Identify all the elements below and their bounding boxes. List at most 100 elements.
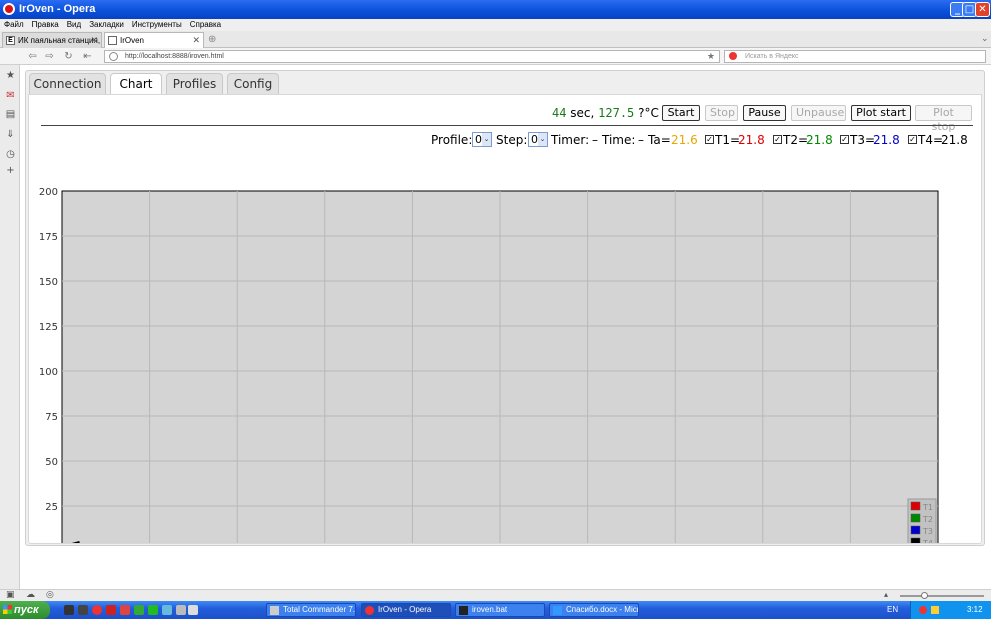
menu-edit[interactable]: Правка	[28, 19, 63, 29]
menu-view[interactable]: Вид	[63, 19, 85, 29]
tab-close-icon[interactable]: ✕	[90, 35, 98, 46]
close-button[interactable]: ✕	[975, 2, 990, 17]
url-field[interactable]: http://localhost:8888/iroven.html ★	[104, 50, 720, 63]
bookmark-star-icon[interactable]: ★	[707, 51, 715, 62]
turbo-icon[interactable]: ◎	[46, 590, 54, 600]
legend-swatch-t2	[910, 513, 921, 523]
legend-label-t1: T1	[922, 503, 933, 512]
console-icon	[459, 606, 468, 615]
yandex-icon	[729, 52, 737, 60]
home-icon[interactable]: ⇤	[82, 51, 93, 62]
time-value: –	[638, 133, 644, 147]
seconds-label: sec,	[570, 106, 595, 120]
chart-panel: 44 sec, 127.5 ?°C Start Stop Pause Unpau…	[28, 94, 982, 544]
tab-menu-chevron-icon[interactable]: ⌄	[981, 34, 989, 44]
ta-value: 21.6	[671, 133, 698, 147]
url-text: http://localhost:8888/iroven.html	[125, 53, 224, 60]
y-tick-label: 125	[39, 322, 58, 333]
language-indicator[interactable]: EN	[887, 601, 898, 619]
temperature-unit: ?°C	[638, 106, 659, 120]
quicklaunch-icon[interactable]	[176, 605, 186, 615]
tab-favicon	[108, 36, 117, 45]
start-button[interactable]: Start	[662, 105, 700, 121]
quicklaunch-icon[interactable]	[106, 605, 116, 615]
stop-button[interactable]: Stop	[705, 105, 738, 121]
menu-help[interactable]: Справка	[186, 19, 225, 29]
bookmarks-star-icon[interactable]: ★	[5, 70, 16, 81]
start-button[interactable]: пуск	[0, 601, 50, 619]
history-clock-icon[interactable]: ◷	[5, 149, 16, 160]
menu-tools[interactable]: Инструменты	[128, 19, 186, 29]
panel-toggle-icon[interactable]: ▣	[6, 590, 15, 600]
browser-tab-bar: E ИК паяльная станция, ... ✕ IrOven ✕ ⊕ …	[0, 31, 991, 48]
quicklaunch-icon[interactable]	[134, 605, 144, 615]
zoom-slider[interactable]	[900, 595, 984, 597]
browser-tab-active[interactable]: IrOven ✕	[104, 32, 204, 48]
reload-icon[interactable]: ↻	[63, 51, 74, 62]
y-tick-label: 175	[39, 232, 58, 243]
taskbar-item[interactable]: iroven.bat	[455, 603, 545, 617]
legend-label-t2: T2	[922, 515, 933, 524]
browser-tab-label: IrOven	[120, 36, 145, 45]
tab-chart[interactable]: Chart	[110, 73, 162, 95]
t1-value: 21.8	[738, 133, 765, 147]
quicklaunch-icon[interactable]	[148, 605, 158, 615]
plot-start-button[interactable]: Plot start	[851, 105, 911, 121]
opera-icon	[3, 3, 15, 15]
unite-icon[interactable]: ☁	[26, 590, 35, 600]
taskbar-item-label: IrOven - Opera	[378, 605, 432, 614]
legend-label-t4: T4	[922, 539, 933, 543]
t1-checkbox[interactable]: ✓	[705, 135, 714, 144]
step-select[interactable]: 0 ⌄	[528, 132, 548, 147]
t3-checkbox[interactable]: ✓	[840, 135, 849, 144]
taskbar-item[interactable]: Total Commander 7.0...	[266, 603, 356, 617]
window-title: IrOven - Opera	[19, 3, 96, 15]
downloads-icon[interactable]: ⇓	[5, 129, 16, 140]
search-field[interactable]: Искать в Яндекс	[724, 50, 986, 63]
browser-tab[interactable]: E ИК паяльная станция, ... ✕	[2, 32, 102, 48]
legend-swatch-t3	[910, 525, 921, 535]
forward-icon[interactable]: ⇨	[44, 51, 55, 62]
pause-button[interactable]: Pause	[743, 105, 786, 121]
view-options-icon[interactable]: ▴	[884, 590, 888, 599]
iroven-app: Connection Chart Profiles Config 44 sec,…	[25, 70, 985, 546]
tab-connection[interactable]: Connection	[29, 73, 106, 94]
y-tick-label: 50	[45, 457, 58, 468]
tray-icon[interactable]	[931, 606, 939, 614]
t1-label: T1=	[715, 133, 741, 147]
tray-icon[interactable]	[919, 606, 927, 614]
opera-icon	[365, 606, 374, 615]
back-icon[interactable]: ⇦	[27, 51, 38, 62]
t4-value: 21.8	[941, 133, 968, 147]
timer-value: –	[592, 133, 598, 147]
profile-select[interactable]: 0 ⌄	[472, 132, 492, 147]
quicklaunch-icon[interactable]	[78, 605, 88, 615]
unpause-button[interactable]: Unpause	[791, 105, 846, 121]
taskbar-item[interactable]: Спасибо.docx - Micro...	[549, 603, 639, 617]
quicklaunch-opera-icon[interactable]	[92, 605, 102, 615]
profile-label: Profile:	[431, 133, 473, 147]
site-info-icon[interactable]	[109, 52, 118, 61]
chevron-down-icon: ⌄	[538, 133, 547, 146]
notes-icon[interactable]: ▤	[5, 109, 16, 120]
elapsed-seconds: 44	[552, 106, 567, 120]
tab-profiles[interactable]: Profiles	[166, 73, 223, 94]
new-tab-icon[interactable]: ⊕	[208, 34, 216, 45]
browser-tab-label: ИК паяльная станция, ...	[18, 36, 102, 45]
quicklaunch-icon[interactable]	[162, 605, 172, 615]
tab-config[interactable]: Config	[227, 73, 279, 94]
add-panel-icon[interactable]: +	[5, 165, 16, 176]
quicklaunch-icon[interactable]	[188, 605, 198, 615]
mail-icon[interactable]: ✉	[5, 90, 16, 101]
menu-file[interactable]: Файл	[0, 19, 28, 29]
taskbar-item-active[interactable]: IrOven - Opera	[361, 603, 451, 617]
menu-bookmarks[interactable]: Закладки	[85, 19, 128, 29]
zoom-slider-handle[interactable]	[921, 592, 928, 599]
tab-close-icon[interactable]: ✕	[192, 35, 200, 46]
t4-checkbox[interactable]: ✓	[908, 135, 917, 144]
plot-stop-button[interactable]: Plot stop	[915, 105, 972, 133]
window-titlebar[interactable]: IrOven - Opera _ □ ✕	[0, 0, 991, 19]
quicklaunch-icon[interactable]	[64, 605, 74, 615]
quicklaunch-icon[interactable]	[120, 605, 130, 615]
t2-checkbox[interactable]: ✓	[773, 135, 782, 144]
